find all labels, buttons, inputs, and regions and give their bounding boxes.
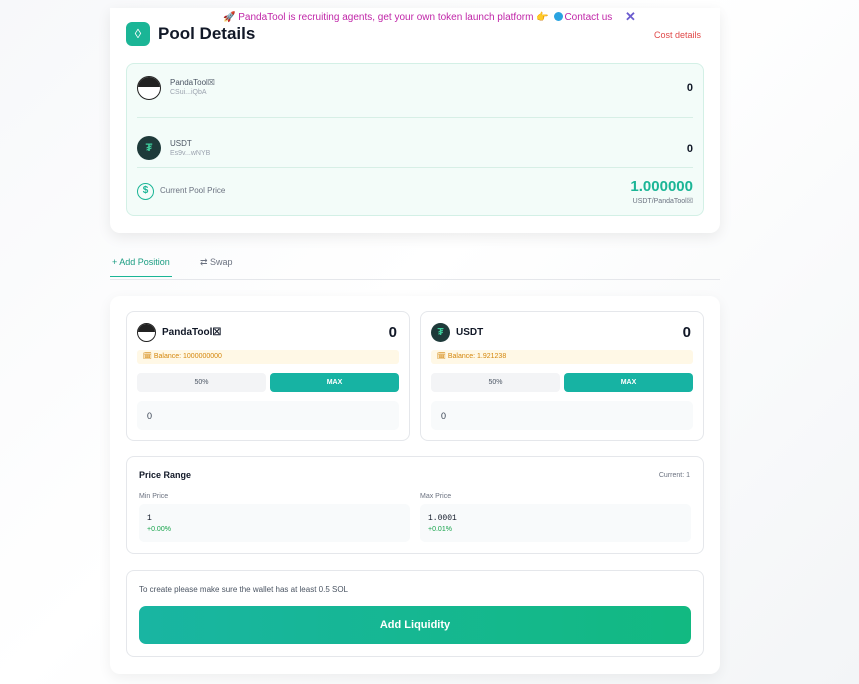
min-price-percent: +0.00% — [147, 526, 171, 533]
price-range-card: Price Range Current: 1 Min Price Max Pri… — [126, 456, 704, 554]
price-range-title: Price Range — [139, 470, 192, 480]
usdt-token-icon: ₮ — [137, 136, 161, 160]
token-a-amount-input[interactable] — [137, 401, 399, 430]
tab-add-position[interactable]: + Add Position — [110, 257, 172, 277]
token-b-card: ₮ USDT 0 🗓 Balance: 1.921238 50% MAX — [420, 311, 704, 441]
min-price-label: Min Price — [139, 493, 169, 500]
max-price-value: 1.0001 — [428, 514, 457, 523]
position-tabs: + Add Position ⇄ Swap — [110, 252, 720, 280]
token-a-pool-amount: 0 — [686, 82, 693, 94]
telegram-icon — [554, 12, 564, 21]
dollar-icon: $ — [137, 183, 154, 200]
max-price-field[interactable]: 1.0001 +0.01% — [420, 504, 691, 542]
token-b-name: USDT — [170, 139, 192, 148]
token-a-name: PandaTool☒ — [170, 78, 215, 87]
contact-us-link[interactable]: Contact us — [564, 12, 612, 23]
usdt-token-icon: ₮ — [431, 323, 450, 342]
token-a-50-button[interactable]: 50% — [137, 373, 266, 392]
token-a-max-button[interactable]: MAX — [270, 373, 399, 392]
token-b-amount: 0 — [682, 324, 691, 341]
divider — [137, 167, 693, 168]
add-position-card: PandaTool☒ 0 🗓 Balance: 1000000000 50% M… — [110, 296, 720, 674]
current-price-label: Current Pool Price — [160, 186, 226, 195]
tab-swap[interactable]: ⇄ Swap — [200, 257, 233, 268]
divider — [137, 117, 693, 118]
token-a-balance: 🗓 Balance: 1000000000 — [137, 350, 399, 364]
cost-details-link[interactable]: Cost details — [654, 30, 701, 40]
current-price-indicator: Current: 1 — [658, 472, 690, 479]
min-price-value: 1 — [147, 514, 152, 523]
pool-icon: ◊ — [126, 22, 150, 46]
max-price-percent: +0.01% — [428, 526, 452, 533]
create-card: To create please make sure the wallet ha… — [126, 570, 704, 657]
page-title: Pool Details — [158, 24, 256, 43]
min-price-field[interactable]: 1 +0.00% — [139, 504, 410, 542]
sol-requirement-note: To create please make sure the wallet ha… — [139, 585, 349, 594]
pool-summary: PandaTool☒ CSui...iQbA 0 ₮ USDT Es9v...w… — [126, 63, 704, 216]
token-b-max-button[interactable]: MAX — [564, 373, 693, 392]
token-a-address: CSui...iQbA — [170, 89, 207, 96]
token-b-pool-amount: 0 — [686, 143, 693, 155]
panda-token-icon — [137, 323, 156, 342]
token-b-label: USDT — [456, 327, 484, 338]
panda-token-icon — [137, 76, 161, 100]
token-b-address: Es9v...wNYB — [170, 150, 211, 157]
pool-details-card: ◊ Pool Details Cost details PandaTool☒ C… — [110, 8, 720, 233]
max-price-label: Max Price — [420, 493, 452, 500]
token-b-50-button[interactable]: 50% — [431, 373, 560, 392]
banner-text: 🚀 PandaTool is recruiting agents, get yo… — [223, 12, 549, 23]
promo-banner: 🚀 PandaTool is recruiting agents, get yo… — [0, 9, 859, 25]
token-a-card: PandaTool☒ 0 🗓 Balance: 1000000000 50% M… — [126, 311, 410, 441]
token-a-amount: 0 — [388, 324, 397, 341]
add-liquidity-button[interactable]: Add Liquidity — [139, 606, 691, 644]
token-b-amount-input[interactable] — [431, 401, 693, 430]
current-price-unit: USDT/PandaTool☒ — [632, 198, 693, 205]
close-icon[interactable]: ✕ — [625, 9, 636, 24]
current-price-value: 1.000000 — [630, 178, 693, 195]
token-a-label: PandaTool☒ — [162, 327, 222, 338]
token-b-balance: 🗓 Balance: 1.921238 — [431, 350, 693, 364]
